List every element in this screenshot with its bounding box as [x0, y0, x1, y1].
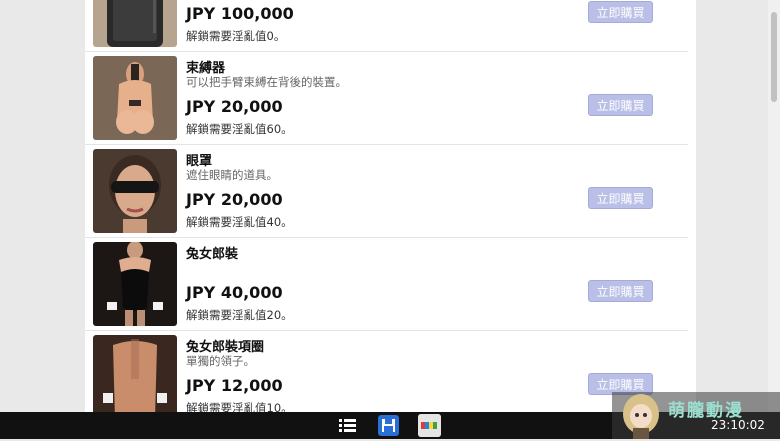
buy-button[interactable]: 立即購買 [588, 1, 653, 23]
shop-item: 眼罩 遮住眼睛的道具。 JPY 20,000 解鎖需要淫亂值40。 立即購買 [85, 145, 696, 238]
item-price: JPY 100,000 [186, 4, 294, 23]
item-price: JPY 20,000 [186, 97, 283, 116]
shop-item: 束縛器 可以把手臂束縛在背後的裝置。 JPY 20,000 解鎖需要淫亂值60。… [85, 52, 696, 145]
scrollbar-thumb[interactable] [771, 12, 777, 102]
buy-button[interactable]: 立即購買 [588, 94, 653, 116]
item-price: JPY 20,000 [186, 190, 283, 209]
item-description: 可以把手臂束縛在背後的裝置。 [186, 75, 347, 89]
item-requirement: 解鎖需要淫亂值60。 [186, 122, 293, 136]
blindfold-thumbnail-image [93, 149, 177, 233]
shop-item: 兔女郎裝項圈 單獨的領子。 JPY 12,000 解鎖需要淫亂值10。 立即購買 [85, 331, 696, 412]
item-name: 兔女郎裝 [186, 247, 239, 262]
vertical-scrollbar[interactable] [768, 0, 780, 412]
buy-button[interactable]: 立即購買 [588, 280, 653, 302]
restraint-thumbnail-image [93, 56, 177, 140]
item-thumbnail [93, 335, 177, 412]
collar-thumbnail-image [93, 335, 177, 412]
shop-item-list: JPY 100,000 解鎖需要淫亂值0。 立即購買 束縛器 可以把手臂束縛在背… [85, 0, 696, 412]
item-requirement: 解鎖需要淫亂值10。 [186, 401, 293, 412]
phone-thumbnail-image [93, 0, 177, 47]
bunny-suit-thumbnail-image [93, 242, 177, 326]
item-description: 單獨的領子。 [186, 354, 255, 368]
buy-button[interactable]: 立即購買 [588, 187, 653, 209]
item-description: 遮住眼睛的道具。 [186, 168, 278, 182]
app-icon[interactable] [418, 414, 441, 437]
clock: 23:10:02 [711, 418, 765, 432]
item-thumbnail [93, 56, 177, 140]
item-requirement: 解鎖需要淫亂值0。 [186, 29, 286, 43]
anime-girl-icon [623, 394, 659, 439]
list-icon[interactable] [337, 415, 358, 436]
item-thumbnail [93, 242, 177, 326]
item-thumbnail [93, 149, 177, 233]
shop-item: JPY 100,000 解鎖需要淫亂值0。 立即購買 [85, 0, 696, 52]
item-price: JPY 40,000 [186, 283, 283, 302]
save-icon[interactable] [378, 415, 399, 436]
item-thumbnail [93, 0, 177, 47]
item-requirement: 解鎖需要淫亂值20。 [186, 308, 293, 322]
item-price: JPY 12,000 [186, 376, 283, 395]
shop-item: 兔女郎裝 JPY 40,000 解鎖需要淫亂值20。 立即購買 [85, 238, 696, 331]
item-requirement: 解鎖需要淫亂值40。 [186, 215, 293, 229]
